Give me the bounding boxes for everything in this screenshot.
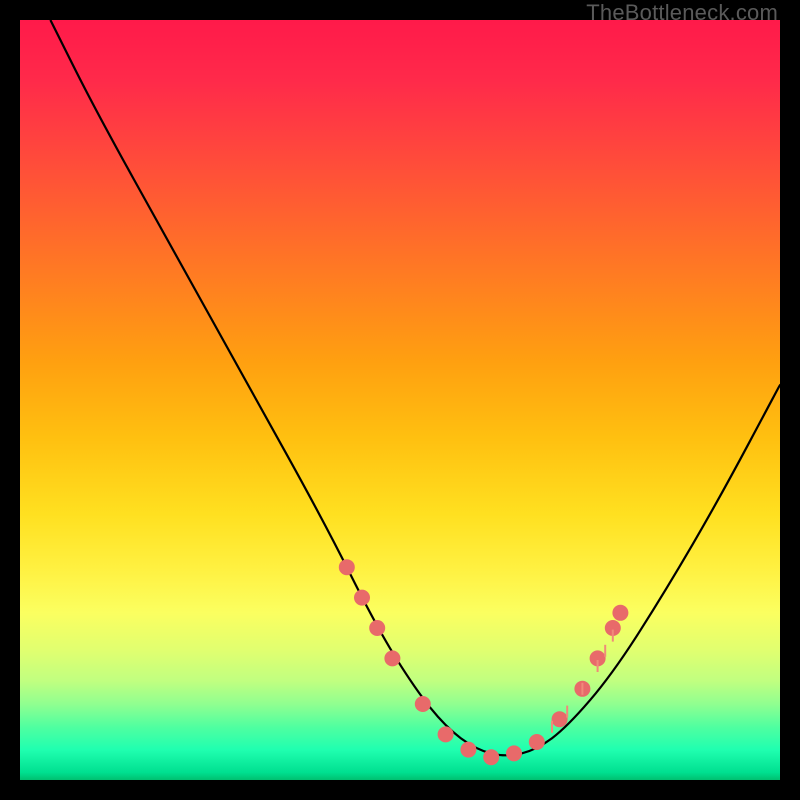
marker-dot <box>529 734 545 750</box>
marker-dot <box>438 726 454 742</box>
highlight-dots <box>339 559 629 765</box>
chart-container: TheBottleneck.com <box>0 0 800 800</box>
chart-svg <box>20 20 780 780</box>
marker-dot <box>612 605 628 621</box>
marker-dot <box>460 742 476 758</box>
marker-dot <box>369 620 385 636</box>
marker-dot <box>552 711 568 727</box>
bottleneck-curve <box>50 20 780 755</box>
marker-dot <box>483 749 499 765</box>
curve-line <box>50 20 780 755</box>
marker-dot <box>506 745 522 761</box>
marker-dot <box>384 650 400 666</box>
marker-dot <box>339 559 355 575</box>
marker-dot <box>415 696 431 712</box>
marker-dot <box>354 590 370 606</box>
